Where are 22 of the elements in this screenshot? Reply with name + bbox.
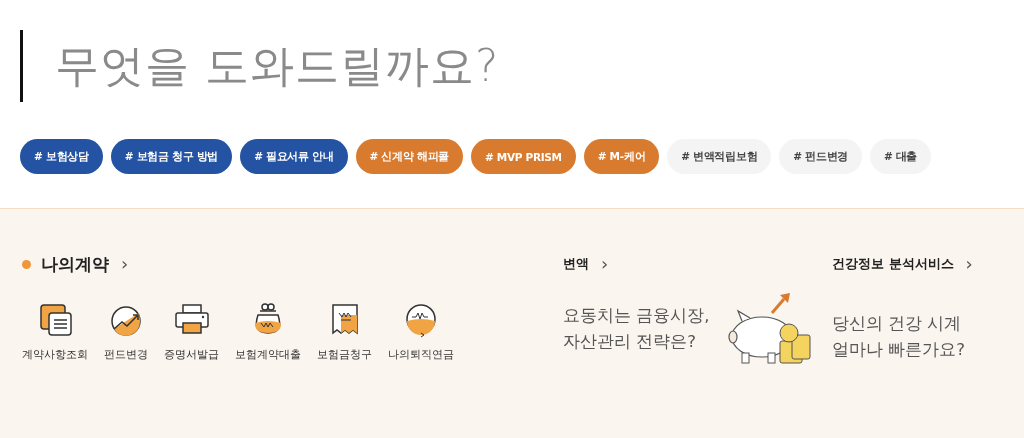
- section-link[interactable]: 나의계약: [41, 252, 109, 276]
- page-heading: 무엇을 도와드릴까요?: [55, 38, 500, 93]
- menu-item[interactable]: 나의퇴직연금: [388, 299, 454, 362]
- chevron-icon[interactable]: ›: [601, 255, 609, 273]
- section-link[interactable]: 변액: [563, 255, 589, 273]
- tag-button[interactable]: # 보험금 청구 방법: [110, 139, 233, 174]
- chevron-icon[interactable]: ›: [121, 255, 129, 273]
- tag-button[interactable]: # 펀드변경: [779, 139, 862, 174]
- promo-text: 당신의 건강 시계 얼마나 빠른가요?: [832, 313, 966, 362]
- tag-button[interactable]: # 보험상담: [20, 139, 103, 174]
- menu-item[interactable]: 보험계약대출: [235, 299, 301, 362]
- menu-item[interactable]: 계약사항조회: [22, 299, 88, 362]
- bullet-icon: [22, 259, 31, 269]
- menu-item[interactable]: 보험금청구: [317, 299, 372, 362]
- tag-button[interactable]: # 필요서류 안내: [240, 139, 348, 174]
- menu-item[interactable]: 펀드변경: [104, 299, 148, 362]
- menu-item[interactable]: 증명서발급: [164, 299, 219, 362]
- section-link[interactable]: 건강정보 분석서비스: [832, 255, 954, 273]
- tag-button[interactable]: # 대출: [869, 139, 932, 174]
- chevron-icon[interactable]: ›: [965, 255, 973, 273]
- promo-text: 요동치는 금융시장, 자산관리 전략은?: [563, 304, 710, 353]
- tag-button[interactable]: # 변액적립보험: [667, 139, 772, 174]
